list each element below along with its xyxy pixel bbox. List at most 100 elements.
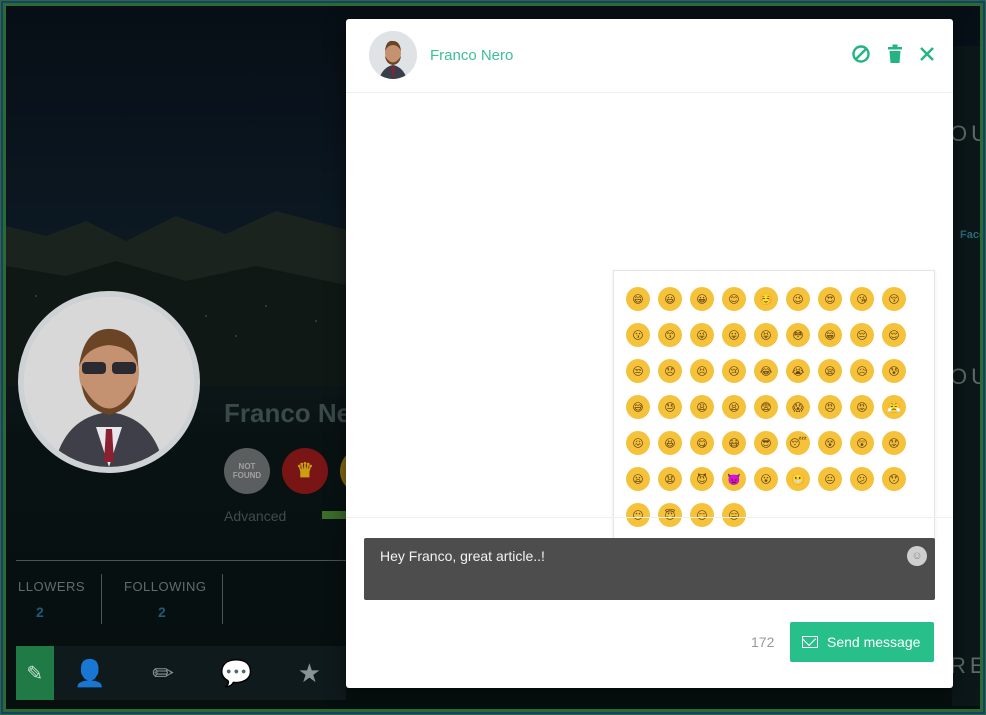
favorites-tab[interactable]: ★ xyxy=(273,646,346,700)
emoji-item[interactable]: 😴 xyxy=(782,425,814,461)
emoji-item[interactable]: ☺️ xyxy=(750,281,782,317)
emoji-glyph: 😈 xyxy=(690,467,714,491)
emoji-item[interactable]: 😛 xyxy=(718,317,750,353)
emoji-item[interactable]: 😭 xyxy=(782,353,814,389)
close-icon[interactable] xyxy=(916,43,938,65)
emoji-item[interactable]: 😙 xyxy=(654,317,686,353)
emoji-item[interactable]: 😚 xyxy=(878,281,910,317)
emoji-glyph: 😧 xyxy=(658,467,682,491)
write-tab[interactable]: ✏ xyxy=(127,646,200,700)
level-label: Advanced xyxy=(224,508,287,524)
emoji-item[interactable]: 😂 xyxy=(750,353,782,389)
right-heading-2: OU xyxy=(950,364,980,389)
emoji-item[interactable]: 😝 xyxy=(750,317,782,353)
emoji-item[interactable]: 😘 xyxy=(846,281,878,317)
emoji-item[interactable]: 😅 xyxy=(622,389,654,425)
block-icon[interactable] xyxy=(850,43,872,65)
stat-separator xyxy=(101,574,102,624)
emoji-item[interactable]: 😏 xyxy=(686,497,718,533)
emoji-item[interactable]: 😯 xyxy=(878,461,910,497)
emoji-item[interactable]: 😆 xyxy=(654,425,686,461)
emoji-glyph: 😰 xyxy=(882,359,906,383)
emoji-item[interactable]: 😶 xyxy=(622,497,654,533)
char-counter: 172 xyxy=(751,634,775,650)
emoji-glyph: 😉 xyxy=(786,287,810,311)
profile-avatar xyxy=(18,291,200,473)
emoji-item[interactable]: 😜 xyxy=(686,317,718,353)
emoji-item[interactable]: 😮 xyxy=(750,461,782,497)
messages-tab[interactable]: 💬 xyxy=(200,646,273,700)
profile-name: Franco Ne xyxy=(224,398,352,428)
contact-avatar xyxy=(369,31,417,79)
emoji-item[interactable]: 😇 xyxy=(654,497,686,533)
emoji-item[interactable]: 😀 xyxy=(686,281,718,317)
emoji-glyph: 😡 xyxy=(850,395,874,419)
emoji-glyph: 😮 xyxy=(754,467,778,491)
emoji-picker: 😄 😃 😀 😊 ☺️ 😉 😍 😘 😚 😗 😙 😜 😛 😝 😳 😁 😔 😌 😒 😞 😣 😢 😂 😭 😪 😥 😰 😅 😓 😩 😫 😨 😱 😠 😡 😤 😖 😆 😋… xyxy=(613,270,935,540)
emoji-item[interactable]: 😒 xyxy=(622,353,654,389)
emoji-glyph: 😆 xyxy=(658,431,682,455)
emoji-item[interactable]: 😵 xyxy=(814,425,846,461)
emoji-item[interactable]: 😉 xyxy=(782,281,814,317)
profile-tab[interactable]: 👤 xyxy=(54,646,127,700)
emoji-item[interactable]: 😰 xyxy=(878,353,910,389)
emoji-item[interactable]: 😩 xyxy=(686,389,718,425)
emoji-item[interactable]: 😌 xyxy=(878,317,910,353)
emoji-item[interactable]: 😍 xyxy=(814,281,846,317)
emoji-item[interactable]: 😔 xyxy=(846,317,878,353)
emoji-item[interactable]: 😷 xyxy=(718,425,750,461)
emoji-item[interactable]: 😟 xyxy=(878,425,910,461)
emoji-glyph: 😑 xyxy=(722,503,746,527)
emoji-item[interactable]: 😱 xyxy=(782,389,814,425)
emoji-item[interactable]: 😃 xyxy=(654,281,686,317)
emoji-glyph: 😶 xyxy=(626,503,650,527)
emoji-item[interactable]: 😖 xyxy=(622,425,654,461)
emoji-item[interactable]: 😢 xyxy=(718,353,750,389)
emoji-item[interactable]: 👿 xyxy=(718,461,750,497)
message-text[interactable]: Hey Franco, great article..! xyxy=(380,548,919,564)
emoji-glyph: 👿 xyxy=(722,467,746,491)
emoji-glyph: 😏 xyxy=(690,503,714,527)
emoji-item[interactable]: 😲 xyxy=(846,425,878,461)
emoji-item[interactable]: 😕 xyxy=(846,461,878,497)
emoji-item[interactable]: 😠 xyxy=(814,389,846,425)
emoji-item[interactable]: 😗 xyxy=(622,317,654,353)
emoji-item[interactable]: 😋 xyxy=(686,425,718,461)
emoji-item[interactable]: 😬 xyxy=(782,461,814,497)
emoji-glyph: 😄 xyxy=(626,287,650,311)
emoji-glyph: 😗 xyxy=(626,323,650,347)
emoji-item[interactable]: 😧 xyxy=(654,461,686,497)
emoji-glyph: 😞 xyxy=(658,359,682,383)
right-link: Face xyxy=(960,229,986,241)
emoji-item[interactable]: 😓 xyxy=(654,389,686,425)
emoji-toggle-icon[interactable]: ☺ xyxy=(907,546,927,566)
emoji-item[interactable]: 😥 xyxy=(846,353,878,389)
emoji-item[interactable]: 😞 xyxy=(654,353,686,389)
contact-name[interactable]: Franco Nero xyxy=(430,47,513,64)
message-input[interactable]: Hey Franco, great article..! ☺ xyxy=(364,538,935,600)
emoji-item[interactable]: 😨 xyxy=(750,389,782,425)
emoji-glyph: 😬 xyxy=(786,467,810,491)
send-message-button[interactable]: Send message xyxy=(790,622,934,662)
edit-tab[interactable]: ✎ xyxy=(16,646,54,700)
emoji-item[interactable]: 😡 xyxy=(846,389,878,425)
emoji-item[interactable]: 😎 xyxy=(750,425,782,461)
trash-icon[interactable] xyxy=(884,43,906,65)
emoji-glyph: 😥 xyxy=(850,359,874,383)
emoji-item[interactable]: 😳 xyxy=(782,317,814,353)
emoji-item[interactable]: 😫 xyxy=(718,389,750,425)
emoji-item[interactable]: 😑 xyxy=(718,497,750,533)
emoji-glyph: 😯 xyxy=(882,467,906,491)
emoji-item[interactable]: 😤 xyxy=(878,389,910,425)
emoji-glyph: 😩 xyxy=(690,395,714,419)
emoji-item[interactable]: 😪 xyxy=(814,353,846,389)
emoji-item[interactable]: 😁 xyxy=(814,317,846,353)
emoji-item[interactable]: 😦 xyxy=(622,461,654,497)
emoji-item[interactable]: 😈 xyxy=(686,461,718,497)
emoji-item[interactable]: 😊 xyxy=(718,281,750,317)
emoji-glyph: 😨 xyxy=(754,395,778,419)
emoji-item[interactable]: 😣 xyxy=(686,353,718,389)
emoji-item[interactable]: 😄 xyxy=(622,281,654,317)
emoji-item[interactable]: 😐 xyxy=(814,461,846,497)
emoji-glyph: 😣 xyxy=(690,359,714,383)
